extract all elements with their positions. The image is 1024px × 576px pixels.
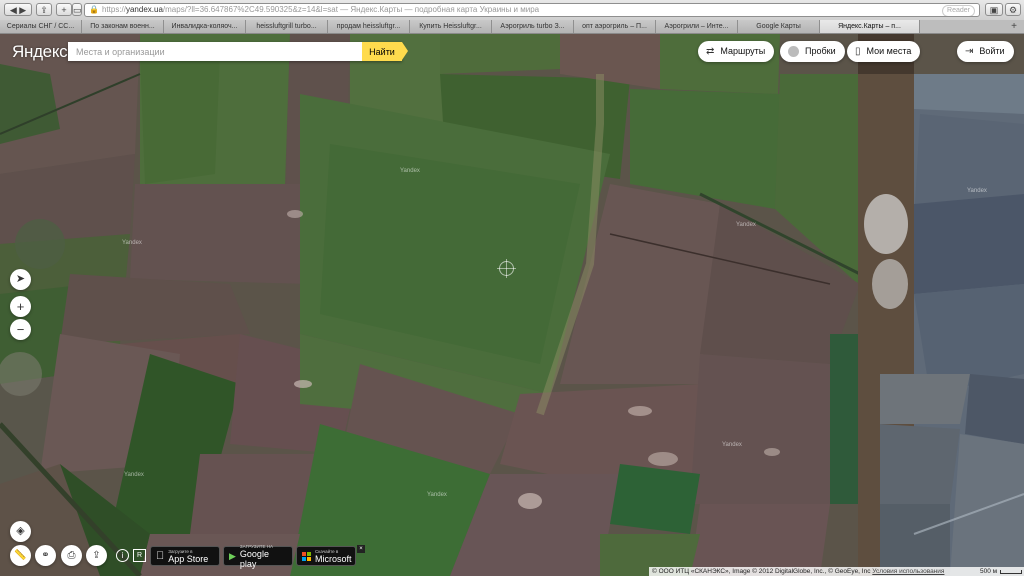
binoculars-icon: ⚭ [41,550,50,561]
microsoft-store-badge[interactable]: Скачайте в Microsoft [296,546,356,566]
map-watermark: Yandex [427,492,447,498]
settings-gear-icon[interactable]: ⚙ [1005,3,1021,16]
my-places-button[interactable]: ▯ Мои места [847,41,921,62]
search-bar: Найти [68,42,408,61]
map-watermark: Yandex [722,442,742,448]
google-play-big-text: Google play [239,548,269,569]
tab-bar: Сериалы СНГ / СС... По законам военн... Ин… [0,20,1024,34]
browser-tab[interactable]: продам heissluftgr... [328,20,410,33]
browser-tab[interactable]: По законам военн... [82,20,164,33]
browser-tab[interactable]: Яндекс.Карты – п... [820,20,920,33]
map-watermark: Yandex [400,168,420,174]
google-play-icon: ▶ [229,550,236,561]
print-button[interactable]: ⎙ [61,545,82,566]
copyright-text: © ООО ИТЦ «СКАНЭКС», Image © 2012 Digita… [652,568,871,575]
locate-me-button[interactable]: ➤ [10,269,31,290]
microsoft-logo-icon [302,551,311,561]
route-icon: ⇄ [706,46,715,57]
microsoft-big-text: Microsoft [315,553,352,564]
routes-label: Маршруты [720,46,766,56]
traffic-button[interactable]: Пробки [780,41,845,62]
printer-icon: ⎙ [67,550,76,561]
login-label: Войти [979,46,1005,56]
zoom-out-button[interactable]: − [10,319,31,340]
scale-bar: 500 м [977,567,1024,576]
bookmarks-button[interactable]: ▣ [985,3,1003,16]
feedback-icon: R [136,552,143,559]
search-button[interactable]: Найти [362,42,408,61]
browser-tab[interactable]: Google Карты [738,20,820,33]
panorama-button[interactable]: ⚭ [35,545,56,566]
app-store-big-text: App Store [160,553,208,564]
google-play-badge[interactable]: ▶ ЗАГРУЗИТЕ НА Google play [223,544,293,569]
map-watermark: Yandex [736,222,756,228]
browser-tab[interactable]: Аэрогриль turbo З... [492,20,574,33]
map-center-marker [497,259,516,278]
ruler-icon: 📏 [14,550,27,561]
routes-button[interactable]: ⇄ Маршруты [698,41,775,62]
browser-tab[interactable]: heissluftgrill turbo... [246,20,328,33]
scale-label: 500 м [980,568,998,575]
map-imagery[interactable] [0,34,1024,576]
browser-tab[interactable]: Сериалы СНГ / СС... [0,20,82,33]
bookmark-icon: ▯ [855,46,861,57]
layers-icon: ◈ [16,525,25,537]
browser-tab[interactable]: Купить Heissluftgr... [410,20,492,33]
back-forward-buttons[interactable]: ◀ ▶ [4,3,32,16]
reader-button[interactable]: Reader [942,5,975,16]
login-arrow-icon: ⇥ [965,46,974,57]
scale-ruler [1000,569,1023,574]
ruler-button[interactable]: 📏 [10,545,31,566]
url-scheme: https:// [101,5,126,14]
my-places-label: Мои места [866,46,912,56]
app-store-badge[interactable]:  Загрузите вApp Store [150,546,220,566]
lock-icon: 🔒 [89,5,99,14]
terms-of-use-link[interactable]: Условия использования [872,568,944,575]
share-icon: ⇪ [92,550,101,561]
address-bar[interactable]: 🔒 https://yandex.ua/maps/?ll=36.647867%2C… [84,3,980,17]
add-tab-button[interactable]: + [1006,20,1022,33]
satellite-map[interactable] [0,34,1024,576]
feedback-button[interactable]: R [133,549,146,562]
browser-toolbar: ◀ ▶ ⇪ + ▭ 🔒 https://yandex.ua/maps/?ll=36… [0,0,1024,21]
zoom-in-button[interactable]: + [10,296,31,317]
share-page-button[interactable]: ⇪ [36,3,52,16]
new-tab-button[interactable]: + [56,3,72,16]
layers-button[interactable]: ◈ [10,521,31,542]
yandex-logo[interactable]: Яндекс [12,42,68,62]
url-host: yandex.ua [125,5,163,14]
browser-tab[interactable]: опт аэрогриль – П... [574,20,656,33]
info-button[interactable]: i [116,549,129,562]
info-icon: i [121,551,124,560]
plus-icon: + [16,299,25,314]
close-store-badges-button[interactable]: × [357,545,365,553]
browser-tab[interactable]: Инвалидка-коляоч... [164,20,246,33]
traffic-label: Пробки [805,46,836,56]
share-button[interactable]: ⇪ [86,545,107,566]
page-title: — Яндекс.Карты — подробная карта Украины… [337,5,540,14]
traffic-light-icon [788,46,799,57]
browser-tab[interactable]: Аэрогрили – Инте... [656,20,738,33]
login-button[interactable]: ⇥ Войти [957,41,1014,62]
search-input[interactable] [68,42,362,61]
minus-icon: − [16,322,25,337]
apple-icon:  [156,550,164,562]
url-path: /maps/?ll=36.647867%2C49.590325&z=14&l=s… [162,5,338,14]
navigation-arrow-icon: ➤ [15,273,26,285]
sidebar-button[interactable]: ▭ [72,3,82,16]
map-watermark: Yandex [122,240,142,246]
map-watermark: Yandex [967,188,987,194]
copyright-bar: © ООО ИТЦ «СКАНЭКС», Image © 2012 Digita… [649,567,977,576]
map-watermark: Yandex [124,472,144,478]
